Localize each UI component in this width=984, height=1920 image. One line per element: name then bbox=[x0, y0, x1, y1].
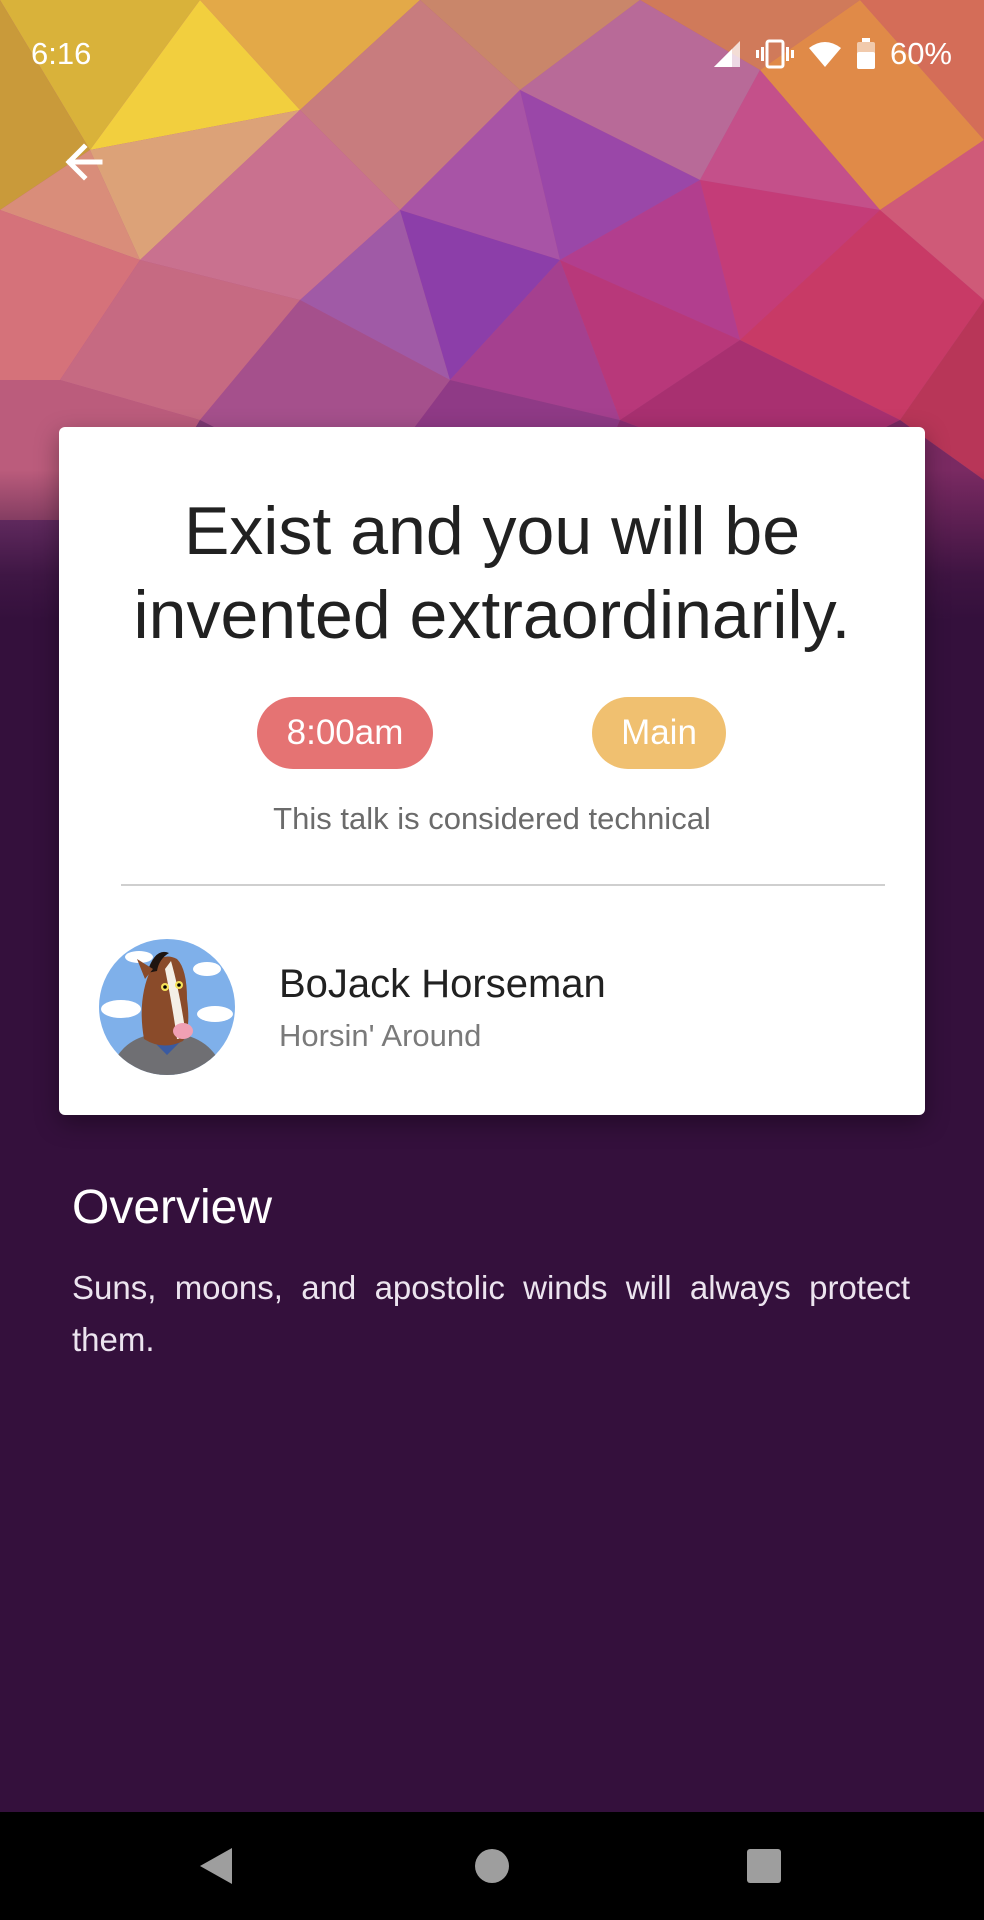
talk-card: Exist and you will be invented extraordi… bbox=[59, 427, 925, 1115]
overview-heading: Overview bbox=[72, 1181, 273, 1234]
battery-percent: 60% bbox=[889, 36, 952, 71]
nav-home-button[interactable] bbox=[460, 1834, 524, 1898]
divider bbox=[121, 884, 885, 886]
signal-icon bbox=[713, 41, 740, 67]
home-circle-icon bbox=[475, 1849, 509, 1883]
nav-recents-button[interactable] bbox=[732, 1834, 796, 1898]
back-triangle-icon bbox=[200, 1848, 232, 1884]
arrow-left-icon bbox=[65, 143, 103, 181]
status-time: 6:16 bbox=[31, 36, 92, 71]
recents-square-icon bbox=[747, 1849, 781, 1883]
back-button[interactable] bbox=[56, 132, 116, 192]
technical-note: This talk is considered technical bbox=[273, 801, 711, 836]
speaker-show: Horsin' Around bbox=[279, 1018, 482, 1053]
overview-body: Suns, moons, and apostolic winds will al… bbox=[72, 1269, 910, 1358]
talk-title: Exist and you will be invented extraordi… bbox=[133, 493, 851, 653]
nav-back-button[interactable] bbox=[184, 1834, 248, 1898]
wifi-icon bbox=[808, 42, 841, 67]
horse-avatar-icon bbox=[99, 939, 235, 1075]
speaker-avatar[interactable] bbox=[99, 939, 235, 1075]
track-chip: Main bbox=[592, 697, 726, 769]
battery-icon bbox=[856, 38, 875, 69]
status-bar: 6:16 60% bbox=[0, 0, 984, 108]
status-icons: 60% bbox=[712, 36, 952, 72]
speaker-name[interactable]: BoJack Horseman bbox=[279, 962, 606, 1007]
time-chip: 8:00am bbox=[257, 697, 433, 769]
vibrate-icon bbox=[755, 39, 794, 69]
navigation-bar bbox=[0, 1812, 984, 1920]
